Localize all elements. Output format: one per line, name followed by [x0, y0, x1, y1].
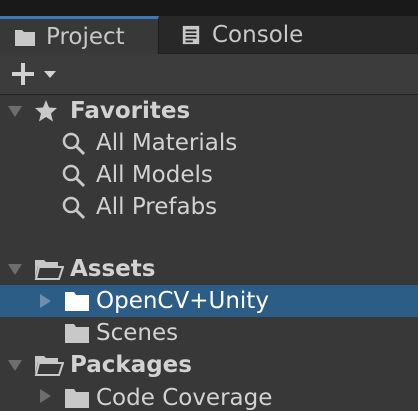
chevron-down-icon — [44, 71, 56, 78]
tab-console-label: Console — [212, 21, 304, 48]
tab-console[interactable]: Console — [160, 16, 320, 53]
favorite-item-label: All Models — [96, 162, 213, 188]
asset-folder-label: OpenCV+Unity — [96, 288, 269, 314]
tab-project[interactable]: Project — [0, 16, 159, 54]
console-icon — [182, 25, 200, 44]
project-tree: Favorites All Materials All Models All P… — [0, 95, 418, 411]
asset-folder-scenes[interactable]: Scenes — [0, 317, 418, 349]
expanded-arrow-icon[interactable] — [8, 262, 22, 276]
expanded-arrow-icon[interactable] — [8, 104, 22, 118]
folder-icon — [65, 292, 89, 311]
expanded-arrow-icon[interactable] — [8, 358, 22, 372]
open-folder-icon — [34, 260, 64, 280]
star-icon — [35, 100, 57, 122]
plus-icon — [12, 63, 34, 85]
favorite-item[interactable]: All Materials — [0, 127, 418, 159]
folder-icon — [65, 324, 89, 343]
favorite-item-label: All Prefabs — [96, 194, 218, 220]
favorite-item-label: All Materials — [96, 130, 238, 156]
folder-icon — [15, 29, 35, 46]
packages-label: Packages — [70, 352, 192, 378]
package-folder-label: Code Coverage — [96, 385, 273, 411]
favorite-item[interactable]: All Models — [0, 159, 418, 191]
assets-label: Assets — [70, 256, 156, 282]
favorite-item[interactable]: All Prefabs — [0, 191, 418, 223]
asset-folder-label: Scenes — [96, 320, 179, 346]
favorites-header[interactable]: Favorites — [0, 95, 418, 127]
package-folder-code-coverage[interactable]: Code Coverage — [0, 381, 418, 411]
tab-bar: Project Console — [0, 16, 418, 54]
project-toolbar — [0, 54, 418, 95]
search-icon — [62, 164, 86, 188]
asset-folder-opencv-unity[interactable]: OpenCV+Unity — [0, 285, 418, 317]
search-icon — [62, 132, 86, 156]
collapsed-arrow-icon[interactable] — [38, 389, 52, 403]
folder-icon — [65, 389, 89, 408]
window-top-strip — [0, 0, 418, 16]
favorites-label: Favorites — [70, 98, 191, 124]
search-icon — [62, 196, 86, 220]
create-dropdown-button[interactable] — [10, 59, 58, 89]
assets-header[interactable]: Assets — [0, 253, 418, 285]
tab-project-label: Project — [46, 23, 125, 50]
packages-header[interactable]: Packages — [0, 349, 418, 381]
open-folder-icon — [34, 356, 64, 376]
collapsed-arrow-icon[interactable] — [38, 294, 52, 308]
